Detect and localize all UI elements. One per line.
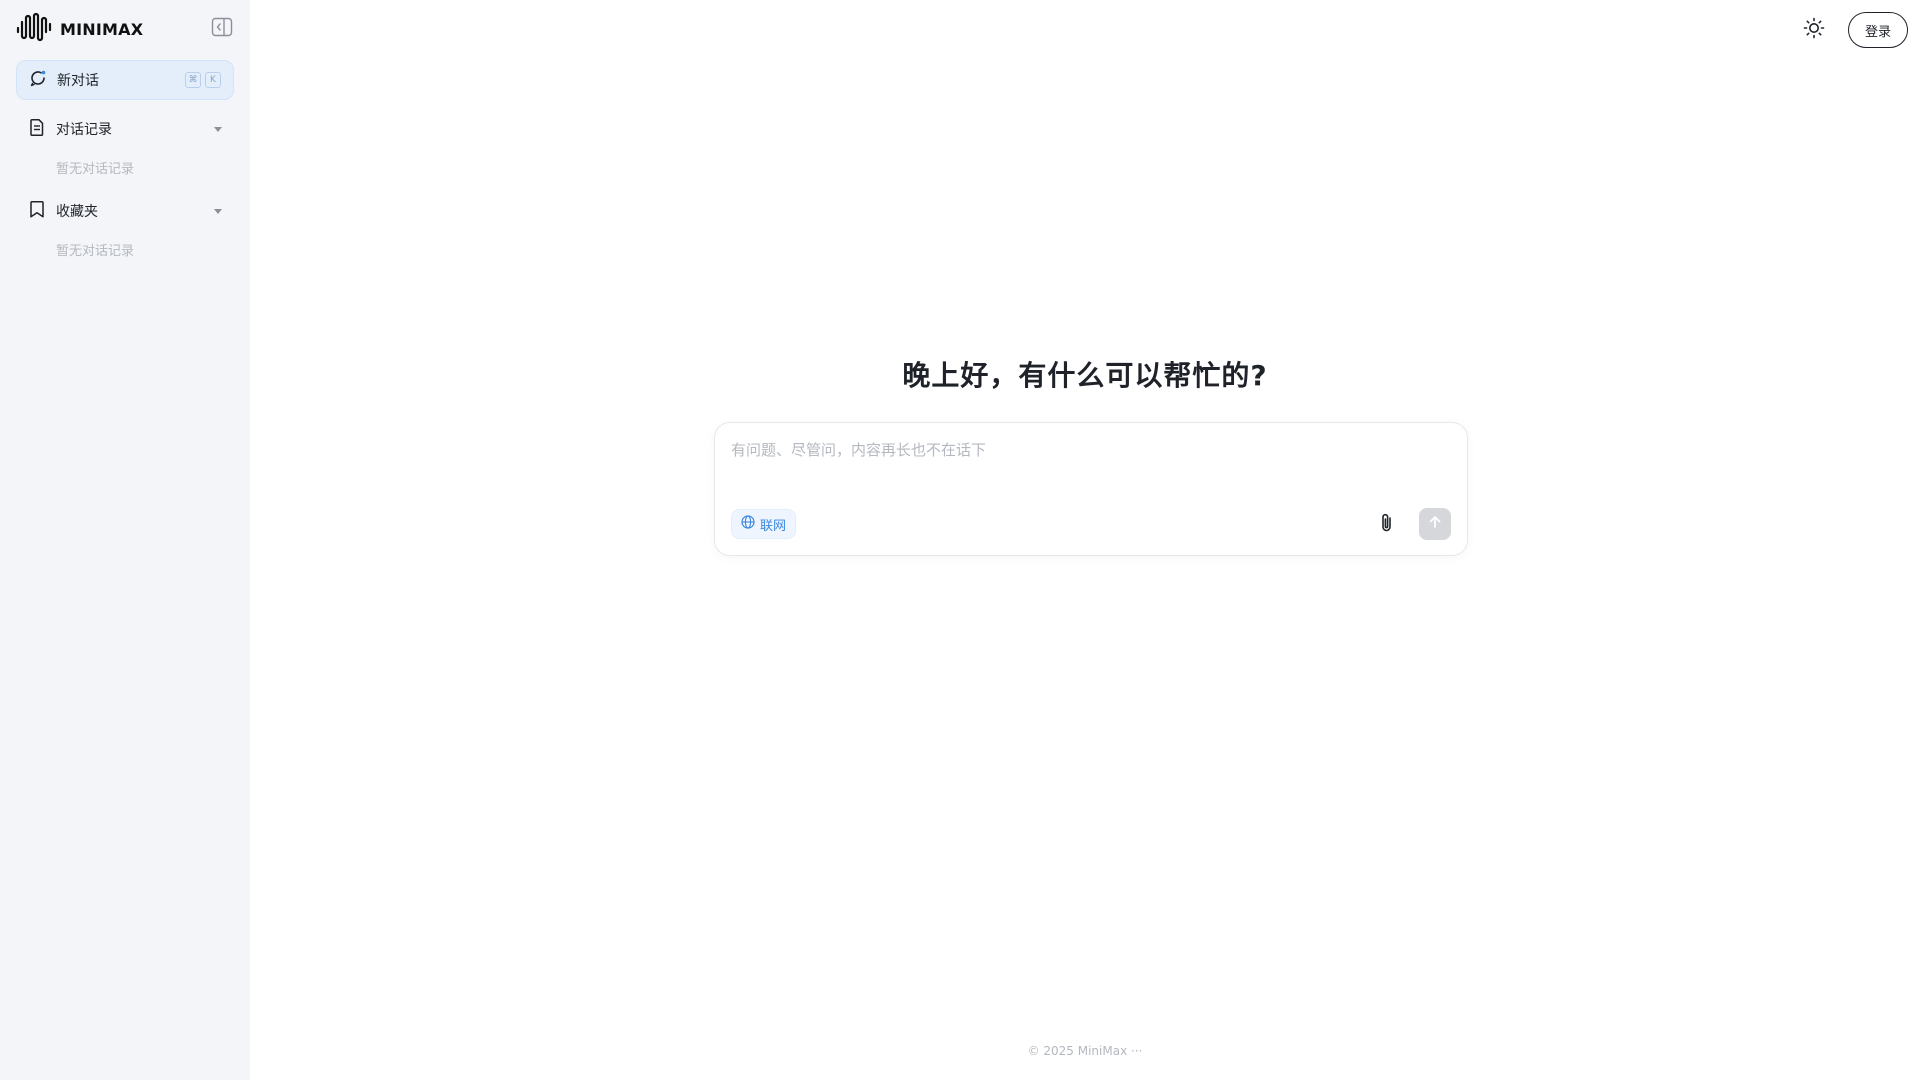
shortcut-key-k: K (205, 72, 221, 88)
bookmark-icon (28, 200, 46, 222)
login-button[interactable]: 登录 (1848, 12, 1908, 48)
theme-toggle-button[interactable] (1796, 12, 1832, 48)
new-chat-label: 新对话 (57, 73, 99, 89)
document-icon (28, 118, 46, 140)
favorites-section: 收藏夹 暂无对话记录 (16, 194, 234, 264)
history-empty-text: 暂无对话记录 (56, 161, 135, 177)
sidebar-collapse-icon (211, 17, 233, 41)
minimax-logo-icon (16, 12, 54, 46)
chat-composer: 联网 (714, 422, 1468, 556)
globe-icon (741, 515, 755, 533)
top-bar: 登录 (1796, 12, 1908, 48)
sidebar-header: MINIMAX (16, 0, 234, 58)
footer-copyright: © 2025 MiniMax ··· (1027, 1044, 1143, 1058)
history-section: 对话记录 暂无对话记录 (16, 112, 234, 182)
shortcut-hint: ⌘ K (185, 72, 221, 88)
greeting-heading: 晚上好，有什么可以帮忙的? (902, 359, 1268, 392)
app: MINIMAX 新对话 ⌘ K 对话记录 暂无对话记录 收藏夹 暂无对话记录 登… (0, 0, 1920, 1080)
new-chat-icon (29, 69, 47, 91)
send-button[interactable] (1419, 508, 1451, 540)
collapse-sidebar-button[interactable] (210, 17, 234, 41)
favorites-title: 收藏夹 (56, 204, 98, 220)
favorites-empty-text: 暂无对话记录 (56, 243, 135, 259)
brand-name: MINIMAX (60, 19, 144, 39)
caret-down-icon (214, 208, 222, 214)
sidebar: MINIMAX 新对话 ⌘ K 对话记录 暂无对话记录 收藏夹 暂无对话记录 (0, 0, 250, 1080)
favorites-toggle[interactable]: 收藏夹 (16, 194, 234, 228)
chat-input[interactable] (731, 439, 1451, 479)
logo[interactable]: MINIMAX (16, 12, 143, 46)
caret-down-icon (214, 126, 222, 132)
attach-file-button[interactable] (1373, 511, 1401, 539)
web-search-toggle[interactable]: 联网 (731, 509, 797, 539)
arrow-up-icon (1427, 514, 1443, 534)
main-area: 登录 晚上好，有什么可以帮忙的? 联网 (250, 0, 1920, 1080)
sun-icon (1803, 17, 1825, 43)
web-search-label: 联网 (760, 518, 787, 534)
shortcut-key-cmd: ⌘ (185, 72, 201, 88)
history-title: 对话记录 (56, 122, 112, 138)
paperclip-icon (1377, 512, 1397, 538)
new-chat-button[interactable]: 新对话 ⌘ K (16, 60, 234, 100)
history-toggle[interactable]: 对话记录 (16, 112, 234, 146)
